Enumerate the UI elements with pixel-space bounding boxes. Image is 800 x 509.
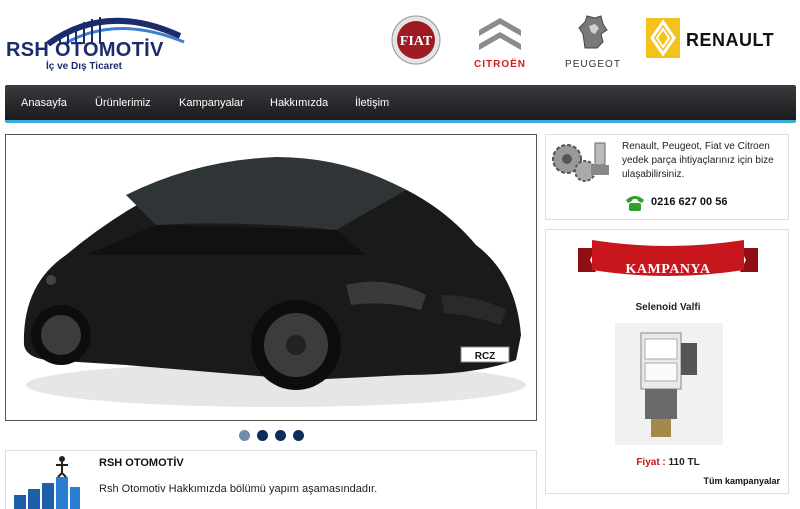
image-slider[interactable]: RCZ: [5, 134, 537, 421]
solenoid-valve-image: [640, 332, 697, 437]
rsh-logo[interactable]: RSH OTOMOTİV İç ve Dış Ticaret: [6, 6, 186, 72]
slider-dot-3[interactable]: [275, 430, 286, 441]
license-plate-text: RCZ: [475, 351, 496, 362]
brand-renault[interactable]: RENAULT: [644, 10, 792, 70]
auto-parts-icon: [552, 142, 609, 182]
site-header: RSH OTOMOTİV İç ve Dış Ticaret FIAT CITR…: [0, 0, 800, 84]
product-name[interactable]: Selenoid Valfi: [546, 302, 790, 313]
renault-label: RENAULT: [686, 30, 775, 50]
campaign-box: KAMPANYA Selenoid Valfi Fiyat : 110 TL T…: [545, 229, 789, 494]
nav-item-kampanyalar[interactable]: Kampanyalar: [179, 97, 244, 109]
campaign-ribbon-text: KAMPANYA: [625, 262, 711, 277]
phone-number[interactable]: 0216 627 00 56: [651, 196, 727, 208]
about-title: RSH OTOMOTİV: [99, 457, 184, 469]
phone-icon: [626, 196, 644, 211]
nav-item-urunlerimiz[interactable]: Ürünlerimiz: [95, 97, 151, 109]
about-text: Rsh Otomotiv Hakkımızda bölümü yapım aşa…: [99, 483, 378, 495]
product-price: Fiyat : 110 TL: [546, 457, 790, 468]
renault-diamond-icon: [650, 19, 676, 57]
peugeot-label: PEUGEOT: [565, 59, 621, 70]
product-image[interactable]: [615, 323, 723, 445]
car-image: RCZ: [23, 157, 526, 407]
brand-fiat[interactable]: FIAT: [386, 10, 446, 70]
main-navigation: Anasayfa Ürünlerimiz Kampanyalar Hakkımı…: [5, 85, 796, 123]
success-chart-icon: [14, 456, 80, 509]
slider-dot-1[interactable]: [239, 430, 250, 441]
nav-item-anasayfa[interactable]: Anasayfa: [21, 97, 67, 109]
price-label: Fiyat :: [636, 457, 666, 468]
fiat-logo-text: FIAT: [400, 34, 433, 49]
slider-dot-4[interactable]: [293, 430, 304, 441]
about-section: RSH OTOMOTİV Rsh Otomotiv Hakkımızda böl…: [5, 450, 537, 509]
renault-badge: [646, 18, 680, 58]
brand-citroen[interactable]: CITROËN: [462, 10, 538, 70]
contact-text: Renault, Peugeot, Fiat ve Citroen yedek …: [622, 141, 774, 180]
all-campaigns-link[interactable]: Tüm kampanyalar: [703, 476, 780, 486]
nav-item-iletisim[interactable]: İletişim: [355, 97, 389, 109]
peugeot-lion-icon: [578, 15, 608, 49]
logo-subtitle: İç ve Dış Ticaret: [46, 61, 122, 72]
fiat-logo-icon: FIAT: [391, 15, 441, 65]
citroen-label: CITROËN: [474, 59, 526, 70]
slider-dot-2[interactable]: [257, 430, 268, 441]
nav-item-hakkimizda[interactable]: Hakkımızda: [270, 97, 328, 109]
brand-peugeot[interactable]: PEUGEOT: [556, 10, 630, 70]
citroen-chevrons-icon: [479, 18, 521, 50]
price-value: 110 TL: [668, 457, 700, 468]
contact-box: Renault, Peugeot, Fiat ve Citroen yedek …: [545, 134, 789, 220]
logo-title: RSH OTOMOTİV: [6, 39, 164, 61]
